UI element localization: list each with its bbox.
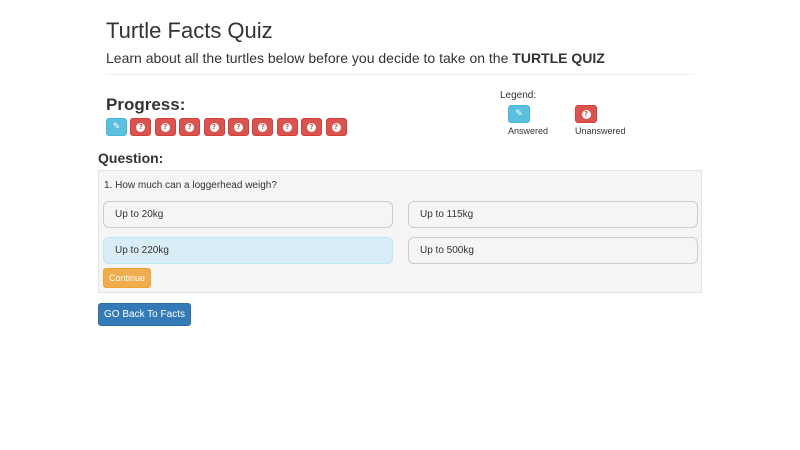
progress-bar: ✎ ? ? ? ? ? ? ? ? ? [106,118,347,136]
question-icon: ? [581,109,591,119]
legend-answered-label: Answered [508,126,549,136]
question-icon: ? [307,122,317,132]
pencil-icon: ✎ [515,108,523,119]
question-icon: ? [160,122,170,132]
subtitle-emphasis: TURTLE QUIZ [512,50,605,66]
question-icon: ? [185,122,195,132]
question-icon: ? [136,122,146,132]
question-heading: Question: [98,150,164,166]
question-icon: ? [282,122,292,132]
progress-item-1[interactable]: ✎ [106,118,127,136]
quiz-page: Turtle Facts Quiz Learn about all the tu… [0,0,800,450]
pencil-icon: ✎ [112,121,121,132]
progress-item-9[interactable]: ? [301,118,323,136]
question-icon: ? [209,122,219,132]
answer-option-1[interactable]: Up to 20kg [103,201,393,228]
header-divider [106,74,694,75]
progress-item-7[interactable]: ? [252,118,274,136]
answer-option-2[interactable]: Up to 115kg [408,201,698,228]
page-title: Turtle Facts Quiz [106,18,273,43]
question-icon: ? [258,122,268,132]
legend-unanswered-label: Unanswered [575,126,626,136]
progress-item-6[interactable]: ? [227,118,249,136]
subtitle-text: Learn about all the turtles below before… [106,50,513,66]
answer-option-4[interactable]: Up to 500kg [408,237,698,264]
continue-button[interactable]: Continue [103,268,151,288]
legend-unanswered: ? Unanswered [575,105,626,136]
progress-item-5[interactable]: ? [203,118,225,136]
question-panel: 1. How much can a loggerhead weigh? Up t… [98,170,702,293]
progress-item-3[interactable]: ? [154,118,176,136]
legend-unanswered-swatch: ? [575,105,597,123]
answer-option-3[interactable]: Up to 220kg [103,237,393,264]
progress-title: Progress: [106,95,186,114]
progress-item-8[interactable]: ? [276,118,298,136]
legend-answered-swatch: ✎ [508,105,530,123]
legend-label: Legend: [500,90,537,101]
back-to-facts-button[interactable]: GO Back To Facts [98,303,191,326]
progress-item-2[interactable]: ? [130,118,152,136]
page-subtitle: Learn about all the turtles below before… [106,50,605,66]
progress-item-4[interactable]: ? [179,118,201,136]
question-icon: ? [331,122,341,132]
legend-answered: ✎ Answered [508,105,548,136]
question-text: 1. How much can a loggerhead weigh? [104,180,277,191]
question-icon: ? [233,122,243,132]
progress-item-10[interactable]: ? [325,118,347,136]
